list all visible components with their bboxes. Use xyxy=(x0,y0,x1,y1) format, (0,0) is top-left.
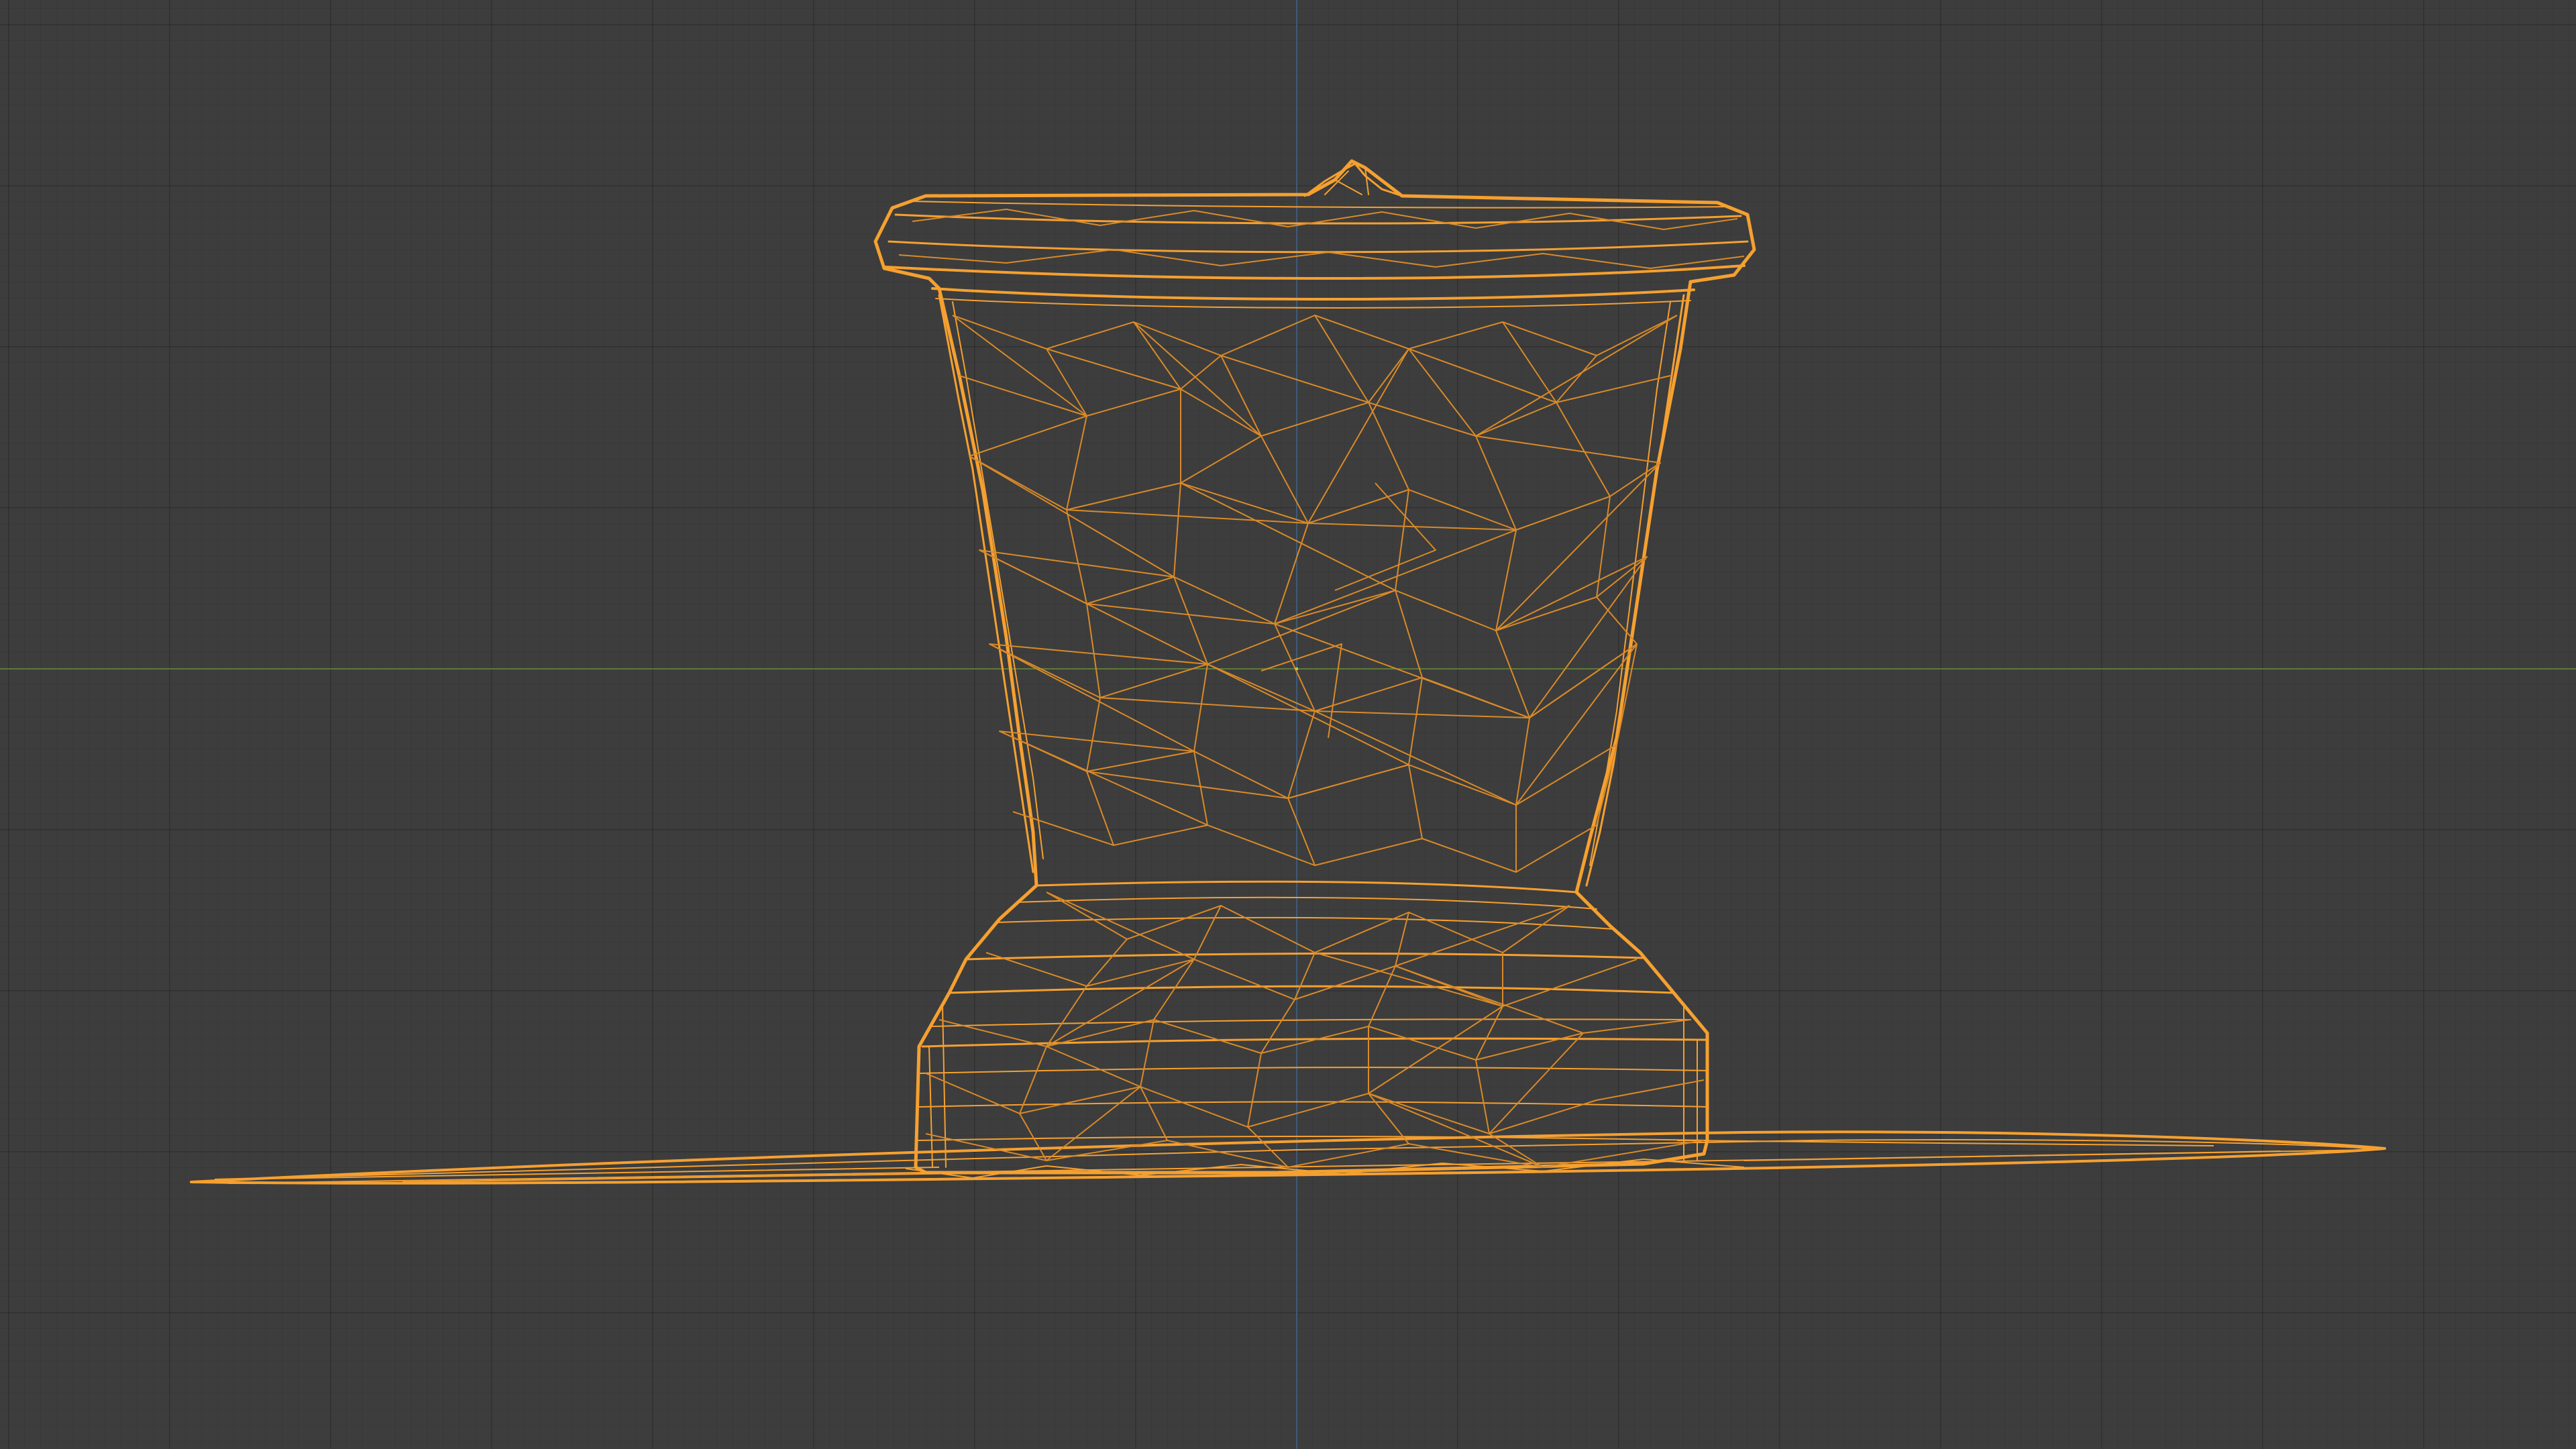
mesh-base-disc xyxy=(190,1130,2386,1185)
object-origin[interactable] xyxy=(1295,667,1298,670)
mesh-triangulation xyxy=(898,209,1745,1168)
mesh-body xyxy=(873,159,1756,1175)
3d-viewport[interactable] xyxy=(0,0,2576,1449)
vase-wireframe-mesh[interactable] xyxy=(0,0,2576,1449)
